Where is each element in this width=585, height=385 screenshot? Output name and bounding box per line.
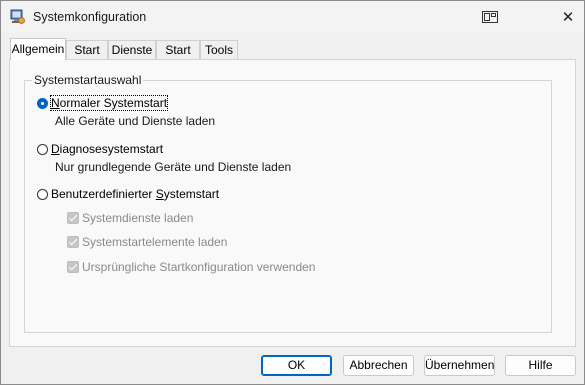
diagnostic-startup-description: Nur grundlegende Geräte und Dienste lade… [55, 160, 292, 174]
checkbox-indicator-services [67, 212, 79, 224]
diagnostic-startup-label: Diagnosesystemstart [51, 142, 164, 156]
normal-startup-label: Normaler Systemstart [49, 95, 169, 111]
load-system-services-label: Systemdienste laden [82, 211, 194, 225]
close-icon: ✕ [561, 9, 575, 26]
tab-systemstart[interactable]: Start [156, 40, 200, 59]
system-configuration-window: Systemkonfiguration ✕ Allgemein Start Di… [0, 0, 585, 385]
msconfig-app-icon [10, 9, 25, 24]
help-button[interactable]: Hilfe [505, 355, 576, 376]
selective-startup-label: Benutzerdefinierter Systemstart [51, 187, 220, 201]
tab-dienste[interactable]: Dienste [108, 40, 156, 59]
checkbox-indicator-startup-items [67, 236, 79, 248]
tab-start[interactable]: Start [66, 40, 108, 59]
selective-startup-radio[interactable]: Benutzerdefinierter Systemstart [37, 187, 219, 201]
use-original-boot-config-checkbox[interactable]: Ursprüngliche Startkonfiguration verwend… [67, 260, 315, 274]
snap-layout-icon [482, 11, 498, 23]
checkbox-indicator-original-config [67, 261, 79, 273]
load-startup-items-checkbox[interactable]: Systemstartelemente laden [67, 235, 227, 249]
title-bar[interactable]: Systemkonfiguration ✕ [1, 1, 584, 33]
radio-indicator-selective [37, 188, 48, 200]
startup-selection-group: Systemstartauswahl Normaler Systemstart … [24, 73, 552, 333]
snap-layout-button[interactable] [474, 1, 506, 33]
apply-button[interactable]: Übernehmen [424, 355, 495, 376]
tab-allgemein[interactable]: Allgemein [10, 38, 66, 60]
ok-button[interactable]: OK [261, 355, 332, 376]
load-startup-items-label: Systemstartelemente laden [82, 235, 228, 249]
load-system-services-checkbox[interactable]: Systemdienste laden [67, 211, 193, 225]
radio-indicator-diagnostic [37, 143, 48, 155]
close-button[interactable]: ✕ [552, 1, 584, 33]
window-title: Systemkonfiguration [33, 10, 147, 24]
group-title: Systemstartauswahl [32, 73, 144, 87]
normal-startup-radio[interactable]: Normaler Systemstart [37, 95, 169, 111]
use-original-boot-config-label: Ursprüngliche Startkonfiguration verwend… [82, 260, 316, 274]
diagnostic-startup-radio[interactable]: Diagnosesystemstart [37, 142, 163, 156]
general-tab-panel: Systemstartauswahl Normaler Systemstart … [9, 59, 576, 347]
radio-indicator-normal [37, 97, 48, 109]
cancel-button[interactable]: Abbrechen [343, 355, 414, 376]
normal-startup-description: Alle Geräte und Dienste laden [55, 114, 216, 128]
tab-tools[interactable]: Tools [200, 40, 238, 59]
